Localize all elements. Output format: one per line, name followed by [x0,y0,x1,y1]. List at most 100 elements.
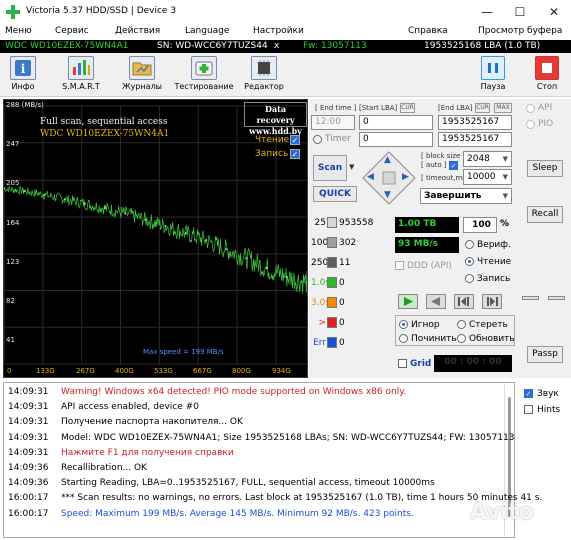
menu-bar: Меню Сервис Действия Language Настройки … [0,24,571,40]
smart-button[interactable]: S.M.A.R.T [59,55,103,95]
graph-device-model: WDC WD10EZEX-75WN4A1 [40,129,170,139]
quick-button[interactable]: QUICK [313,186,357,202]
speed-point [23,190,26,193]
nav-up-arrow[interactable]: ▲ [384,155,391,165]
end-lba-current-field[interactable]: 1953525167 [438,132,512,147]
minimize-button[interactable]: — [471,0,503,24]
step-back-icon [458,297,469,306]
logs-button[interactable]: Журналы [118,55,166,95]
testing-button[interactable]: Тестирование [174,55,234,95]
ignore-radio[interactable] [399,320,408,329]
victoria-plus-icon [6,5,20,19]
menu-service[interactable]: Сервис [55,26,89,36]
stop-label: Стоп [536,82,558,91]
stat-threshold-label: 25 [314,218,326,228]
start-lba-label: [Start LBA] [359,104,398,112]
y-tick-label: 205 [6,179,20,187]
write-label: Запись [477,274,511,284]
log-time: 16:00:17 [8,508,49,519]
block-size-select[interactable]: 2048 ▼ [463,151,512,167]
stat-row: 1.0s 0 [309,277,391,293]
finish-action-value: Завершить [424,191,482,201]
start-lba-field[interactable]: 0 [359,115,433,130]
passp-button[interactable]: Passp [527,346,563,363]
x-tick-label: 934G [272,367,291,375]
device-bar: WDC WD10EZEX-75WN4A1 SN: WD-WCC6Y7TUZS44… [0,40,571,53]
end-lba-field[interactable]: 1953525167 [438,115,512,130]
info-button[interactable]: i Инфо [6,55,40,95]
stop-icon [535,56,559,80]
hints-checkbox[interactable] [524,405,533,414]
editor-button[interactable]: Редактор [242,55,286,95]
log-time: 14:09:31 [8,417,49,428]
chevron-down-icon: ▼ [502,155,508,163]
repair-label: Починить [411,334,457,344]
graph-read-checkbox[interactable]: ✓ [290,135,300,145]
pause-button[interactable]: Пауза [478,55,508,95]
rewind-button[interactable] [426,294,446,309]
menu-actions[interactable]: Действия [115,26,160,36]
y-tick-label: 164 [6,219,20,227]
stat-color-swatch [327,337,337,348]
stop-button[interactable]: Стоп [532,55,562,95]
timer-radio[interactable] [313,135,322,144]
grid-checkbox[interactable] [398,359,407,368]
badge-line-1: Data recovery [256,104,295,125]
ddd-api-checkbox[interactable] [395,261,404,270]
logs-folder-icon [129,56,155,80]
speed-point [83,202,86,205]
scan-button[interactable]: Scan [313,155,347,181]
timeout-select[interactable]: 10000 ▼ [463,169,512,185]
menu-language[interactable]: Language [185,26,229,36]
end-cur-button[interactable]: CUR [475,103,490,113]
nav-right-arrow[interactable]: ▶ [402,172,409,182]
start-cur-button[interactable]: CUR [400,103,415,113]
api-label: API [538,103,553,113]
logs-label: Журналы [122,82,162,91]
read-radio[interactable] [465,257,474,266]
step-forward-button[interactable] [482,294,502,309]
read-speed-trace [4,186,307,294]
block-size-auto-checkbox[interactable]: ✓ [449,161,458,170]
testing-label: Тестирование [174,82,234,91]
log-time: 14:09:31 [8,447,49,458]
device-model[interactable]: WDC WD10EZEX-75WN4A1 [5,41,128,51]
sleep-button[interactable]: Sleep [527,160,563,177]
nav-down-arrow[interactable]: ▼ [384,190,391,200]
recall-button[interactable]: Recall [527,206,563,223]
sound-checkbox[interactable]: ✓ [524,389,533,398]
step-back-button[interactable] [454,294,474,309]
write-radio[interactable] [465,274,474,283]
refresh-radio[interactable] [457,334,466,343]
end-time-label: [ End time ] [315,104,357,112]
api-radio[interactable] [526,104,535,113]
device-close[interactable]: x [274,41,279,51]
menu-buffer-view[interactable]: Просмотр буфера [478,26,562,36]
menu-settings[interactable]: Настройки [253,26,304,36]
scan-dropdown-arrow[interactable]: ▼ [349,163,354,171]
stat-threshold-label: 1.0s [311,278,331,288]
repair-radio[interactable] [399,334,408,343]
speed-point [43,193,46,196]
timeout-value: 10000 [467,172,496,182]
menu-help[interactable]: Справка [408,26,448,36]
erase-radio[interactable] [457,320,466,329]
end-time-field[interactable]: 12:00 [311,115,355,130]
stat-row: Err 0 [309,337,391,353]
stat-color-swatch [327,277,337,288]
close-button[interactable]: ✕ [538,0,570,24]
end-max-button[interactable]: MAX [494,103,512,113]
nav-left-arrow[interactable]: ◀ [367,172,374,182]
maximize-button[interactable]: ☐ [504,0,536,24]
x-tick-label: 400G [115,367,134,375]
play-button[interactable] [398,294,418,309]
menu-main[interactable]: Меню [5,26,32,36]
x-tick-label: 267G [76,367,95,375]
ddd-api-label: DDD (API) [407,261,452,271]
sound-label: Звук [537,389,559,399]
graph-write-checkbox[interactable]: ✓ [290,149,300,159]
verify-radio[interactable] [465,240,474,249]
pio-radio[interactable] [526,120,535,129]
timer-field[interactable]: 0 [359,132,433,147]
finish-action-select[interactable]: Завершить ▼ [420,188,512,204]
